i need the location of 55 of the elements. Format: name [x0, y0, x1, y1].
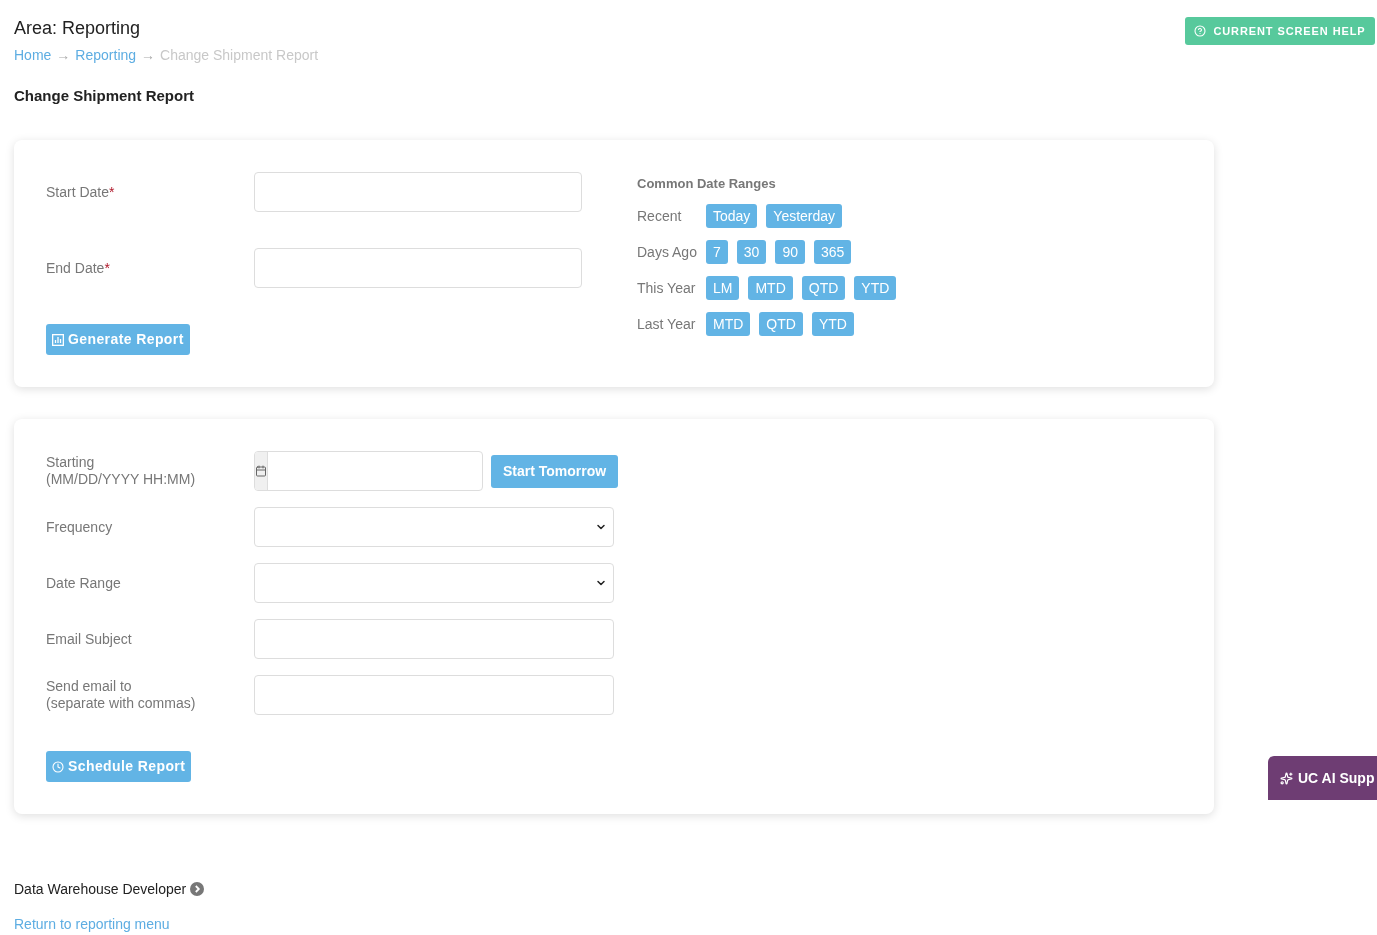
- help-button[interactable]: CURRENT SCREEN HELP: [1185, 17, 1375, 45]
- breadcrumb-separator: →: [56, 46, 71, 65]
- breadcrumb-link[interactable]: Reporting: [75, 45, 137, 65]
- field-label: Email Subject: [46, 630, 132, 647]
- chevron-circle-icon[interactable]: [190, 882, 205, 896]
- calendar-icon: [255, 465, 267, 477]
- date-range-button[interactable]: QTD: [759, 312, 803, 336]
- select-field[interactable]: [254, 507, 614, 547]
- date-range-button[interactable]: Today: [706, 204, 758, 228]
- date-range-button[interactable]: YTD: [854, 276, 897, 300]
- range-group-label: This Year: [637, 278, 697, 298]
- range-group-label: Days Ago: [637, 242, 698, 262]
- start-tomorrow-button[interactable]: Start Tomorrow: [491, 454, 619, 488]
- date-range-button[interactable]: 90: [775, 240, 805, 264]
- date-range-button[interactable]: YTD: [811, 312, 854, 336]
- field-label: Start Date: [46, 183, 110, 200]
- clock-icon: [52, 760, 64, 773]
- field-label: Send email to: [46, 678, 132, 694]
- date-ranges-title: Common Date Ranges: [637, 175, 777, 193]
- date-range-button[interactable]: 365: [813, 240, 852, 264]
- page-title: Change Shipment Report: [14, 86, 195, 106]
- date-time-field[interactable]: [254, 451, 483, 491]
- chart-icon: [52, 333, 64, 346]
- range-group-label: Last Year: [637, 314, 697, 334]
- return-link[interactable]: Return to reporting menu: [14, 914, 170, 934]
- sparkle-icon: [1280, 771, 1293, 785]
- field-hint: (MM/DD/YYYY HH:MM): [46, 471, 197, 488]
- date-range-button[interactable]: QTD: [801, 276, 846, 300]
- date-range-button[interactable]: 30: [736, 240, 767, 264]
- date-field[interactable]: [254, 248, 582, 288]
- breadcrumb-separator: →: [141, 46, 156, 65]
- text-field[interactable]: [254, 619, 614, 659]
- field-hint: (separate with commas): [46, 695, 197, 712]
- field-label: Date Range: [46, 574, 121, 591]
- question-icon: [1194, 25, 1207, 37]
- area-title: Area: Reporting: [14, 17, 142, 40]
- generate-report-button[interactable]: Generate Report: [46, 324, 190, 355]
- field-label: Starting: [46, 454, 95, 470]
- date-range-button[interactable]: MTD: [706, 312, 751, 336]
- date-range-button[interactable]: 7: [706, 240, 728, 264]
- field-label: Frequency: [46, 518, 113, 535]
- required-mark: *: [104, 259, 110, 276]
- range-group-label: Recent: [637, 206, 683, 226]
- schedule-report-button[interactable]: Schedule Report: [46, 751, 192, 782]
- text-field[interactable]: [254, 675, 614, 715]
- required-mark: *: [109, 183, 115, 200]
- field-label: End Date: [46, 259, 105, 276]
- date-range-button[interactable]: MTD: [748, 276, 793, 300]
- select-field[interactable]: [254, 563, 614, 603]
- ai-support-tab[interactable]: UC AI Supp: [1268, 756, 1377, 800]
- date-range-button[interactable]: LM: [706, 276, 740, 300]
- breadcrumb-link[interactable]: Home: [14, 45, 52, 65]
- role-label: Data Warehouse Developer: [14, 880, 187, 899]
- date-range-button[interactable]: Yesterday: [766, 204, 843, 228]
- date-field[interactable]: [254, 172, 582, 212]
